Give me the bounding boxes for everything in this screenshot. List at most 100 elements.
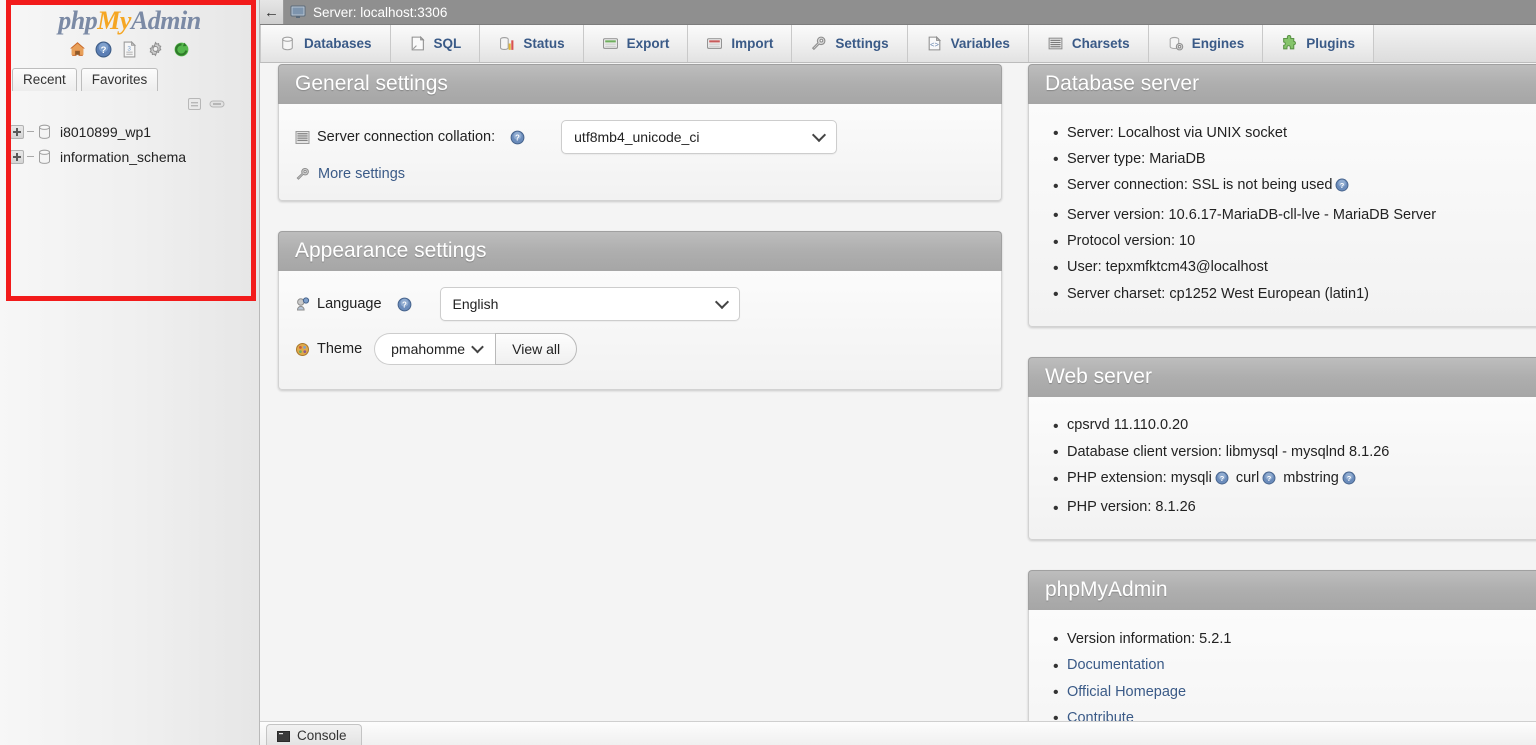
right-column: Database server Server: Localhost via UN… (1028, 64, 1536, 745)
logo-php: php (58, 6, 98, 35)
help-icon[interactable]: ? (1262, 471, 1276, 490)
db-tree-item[interactable]: i8010899_wp1 (10, 119, 259, 144)
tab-label: Charsets (1071, 36, 1130, 51)
tab-label: Databases (304, 36, 372, 51)
theme-select-wrap: pmahomme (374, 333, 496, 365)
help-icon[interactable]: ? (397, 297, 412, 312)
svg-text:?: ? (402, 300, 407, 309)
list-item: Version information: 5.2.1 (1053, 626, 1531, 652)
server-title-bar: ← Server: localhost:3306 (260, 0, 1536, 25)
tab-label: Settings (835, 36, 889, 51)
expand-toggle-icon[interactable] (10, 149, 24, 164)
tab-export[interactable]: Export (583, 25, 689, 62)
help-icon[interactable]: ? (1342, 471, 1356, 490)
home-icon[interactable] (69, 41, 86, 58)
main-tab-bar: Databases SQL Status Export Import Setti… (260, 25, 1536, 63)
status-icon (498, 35, 515, 52)
list-item: Server: Localhost via UNIX socket (1053, 120, 1531, 146)
list-item: Protocol version: 10 (1053, 229, 1531, 255)
sidebar-recent-favorites-tabs: Recent Favorites (0, 60, 259, 91)
list-item[interactable]: Documentation (1053, 653, 1531, 679)
database-tree: i8010899_wp1 information_schema (0, 113, 259, 169)
official-homepage-link[interactable]: Official Homepage (1067, 684, 1186, 700)
list-item: Server connection: SSL is not being used… (1053, 173, 1531, 202)
tab-variables[interactable]: <> Variables (907, 25, 1029, 62)
php-ext-curl: curl (1235, 470, 1260, 487)
settings-gear-icon[interactable] (147, 40, 164, 58)
svg-text:?: ? (1267, 474, 1272, 483)
phpmyadmin-app: phpMyAdmin ? 3 Recent Favorites i8010899… (0, 0, 1536, 745)
charset-lines-icon (295, 130, 310, 145)
list-item: PHP version: 8.1.26 (1053, 495, 1531, 521)
logo-admin: Admin (130, 6, 201, 35)
list-item: Server version: 10.6.17-MariaDB-cll-lve … (1053, 202, 1531, 228)
tab-sql[interactable]: SQL (390, 25, 481, 62)
recent-tab[interactable]: Recent (12, 68, 77, 91)
list-item[interactable]: Official Homepage (1053, 679, 1531, 705)
back-button[interactable]: ← (260, 0, 284, 24)
theme-select[interactable]: pmahomme (374, 333, 496, 365)
list-item: User: tepxmfktcm43@localhost (1053, 255, 1531, 281)
db-name[interactable]: i8010899_wp1 (60, 124, 151, 140)
tab-label: Variables (950, 36, 1010, 51)
svg-text:?: ? (101, 45, 107, 56)
ssl-text: Server connection: SSL is not being used (1067, 177, 1333, 194)
tab-plugins[interactable]: Plugins (1263, 25, 1374, 62)
view-all-themes-button[interactable]: View all (495, 333, 578, 365)
plugins-icon (1281, 34, 1298, 52)
console-button[interactable]: Console (266, 724, 362, 745)
variables-icon: <> (926, 35, 943, 52)
more-settings-link[interactable]: More settings (295, 166, 985, 182)
tab-status[interactable]: Status (480, 25, 584, 62)
collation-label: Server connection collation: (317, 129, 496, 145)
php-ext-mbstring: mbstring (1283, 470, 1339, 487)
favorites-tab[interactable]: Favorites (80, 68, 159, 91)
appearance-settings-body: Language ? English Theme pmahomme View a… (278, 271, 1002, 390)
server-title: Server: localhost:3306 (313, 4, 448, 20)
database-server-title: Database server (1028, 64, 1536, 104)
tab-engines[interactable]: Engines (1148, 25, 1264, 62)
db-name[interactable]: information_schema (60, 149, 186, 165)
main-area: ← Server: localhost:3306 Databases SQL S… (260, 0, 1536, 745)
engines-icon (1167, 35, 1184, 52)
theme-control-group: pmahomme View all (374, 333, 578, 365)
tab-import[interactable]: Import (688, 25, 793, 62)
tab-charsets[interactable]: Charsets (1028, 25, 1149, 62)
navigation-sidebar: phpMyAdmin ? 3 Recent Favorites i8010899… (0, 0, 260, 745)
phpmyadmin-logo[interactable]: phpMyAdmin (0, 0, 259, 35)
expand-toggle-icon[interactable] (10, 124, 24, 139)
tree-tools (0, 91, 259, 113)
db-tree-item[interactable]: information_schema (10, 144, 259, 169)
svg-text:3: 3 (127, 45, 131, 52)
link-with-main-panel-icon[interactable] (209, 97, 225, 111)
help-icon[interactable]: ? (95, 41, 112, 58)
phpmyadmin-panel-title: phpMyAdmin (1028, 570, 1536, 611)
tab-settings[interactable]: Settings (792, 25, 908, 62)
language-select[interactable]: English (439, 287, 740, 321)
reload-icon[interactable] (173, 41, 190, 58)
list-item: Server charset: cp1252 West European (la… (1053, 281, 1531, 307)
language-icon (295, 296, 310, 312)
tab-label: SQL (433, 36, 462, 51)
svg-text:?: ? (515, 133, 520, 142)
tab-databases[interactable]: Databases (260, 25, 391, 62)
documentation-icon[interactable]: 3 (121, 40, 138, 58)
svg-text:?: ? (1340, 181, 1345, 190)
documentation-link[interactable]: Documentation (1067, 657, 1165, 673)
language-select-wrap: English (439, 287, 740, 321)
help-icon[interactable]: ? (510, 130, 525, 145)
help-icon[interactable]: ? (1335, 178, 1349, 197)
list-item: cpsrvd 11.110.0.20 (1053, 413, 1531, 439)
theme-label: Theme (317, 341, 363, 357)
help-icon[interactable]: ? (1215, 471, 1229, 490)
collation-select-wrap: utf8mb4_unicode_ci (561, 120, 838, 154)
collation-select[interactable]: utf8mb4_unicode_ci (561, 120, 838, 154)
svg-text:?: ? (1347, 474, 1352, 483)
web-server-body: cpsrvd 11.110.0.20 Database client versi… (1028, 396, 1536, 541)
collapse-tree-icon[interactable] (187, 97, 203, 111)
theme-row: Theme pmahomme View all (295, 333, 985, 365)
console-icon (277, 730, 290, 742)
database-icon (37, 124, 52, 140)
databases-icon (279, 35, 296, 52)
php-ext-mysqli: mysqli (1170, 470, 1212, 487)
